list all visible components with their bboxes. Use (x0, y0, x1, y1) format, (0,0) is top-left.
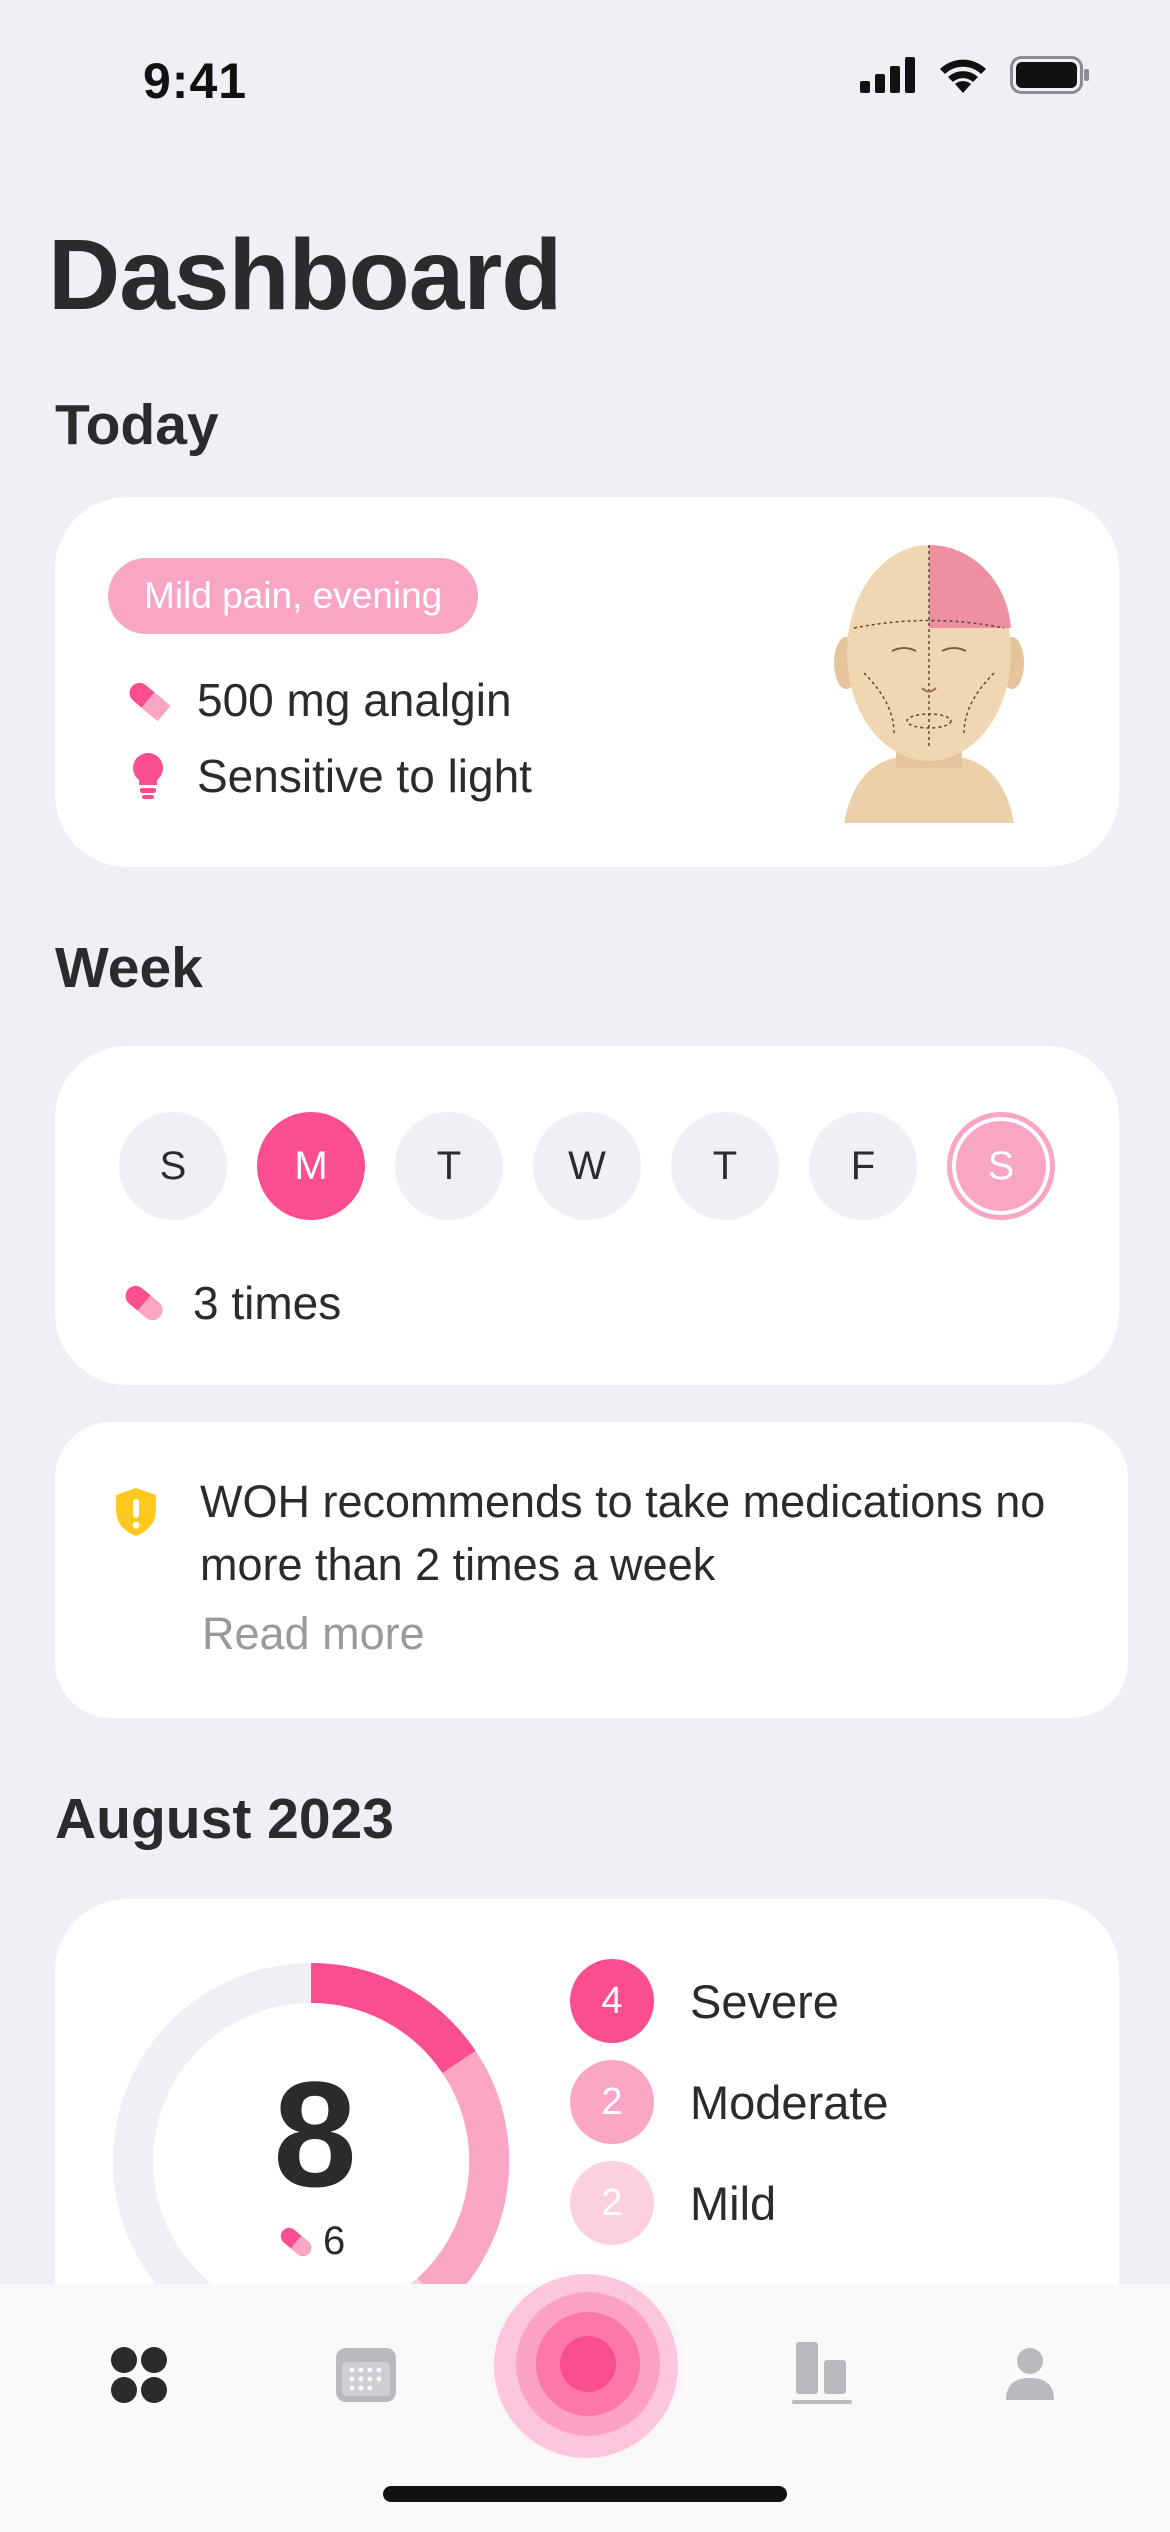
pain-badge: Mild pain, evening (108, 558, 479, 634)
pill-icon (129, 682, 171, 722)
day-monday[interactable]: M (257, 1112, 365, 1220)
moderate-count: 2 (570, 2060, 654, 2144)
medication-text: 500 mg analgin (197, 674, 512, 726)
recommendation-card: WOH recommends to take medications no mo… (55, 1422, 1128, 1718)
medications-count: 6 (323, 2219, 346, 2263)
mild-count: 2 (570, 2161, 654, 2245)
today-section-title: Today (55, 393, 219, 457)
today-symptom-row: Sensitive to light (125, 749, 532, 803)
shield-warning-icon (116, 1488, 156, 1536)
legend-mild: 2 Mild (570, 2161, 776, 2245)
day-thursday[interactable]: T (671, 1112, 779, 1220)
day-sunday[interactable]: S (119, 1112, 227, 1220)
page-title: Dashboard (48, 219, 562, 331)
battery-icon (1010, 56, 1089, 94)
pill-icon (280, 2227, 312, 2256)
severe-label: Severe (690, 1974, 839, 2028)
month-medications: 6 (277, 2219, 345, 2264)
head-illustration (834, 544, 1024, 823)
week-card: S M T W T F S 3 times (55, 1046, 1119, 1385)
month-section-title: August 2023 (55, 1787, 394, 1851)
today-card[interactable]: Mild pain, evening 500 mg analgin Sensit… (55, 497, 1119, 867)
home-indicator (383, 2486, 787, 2502)
mild-label: Mild (690, 2176, 777, 2230)
status-icons (860, 56, 1090, 94)
symptom-text: Sensitive to light (197, 750, 532, 802)
legend-severe: 4 Severe (570, 1959, 839, 2043)
signal-icon (860, 57, 915, 93)
total-episodes: 8 (273, 2050, 357, 2218)
moderate-label: Moderate (690, 2075, 889, 2129)
week-medication-row: 3 times (121, 1276, 341, 1330)
status-time: 9:41 (143, 53, 248, 109)
day-friday[interactable]: F (809, 1112, 917, 1220)
read-more-link[interactable]: Read more (202, 1608, 425, 1660)
profile-icon[interactable] (1004, 2346, 1056, 2402)
statistics-icon[interactable] (790, 2340, 854, 2406)
week-section-title: Week (55, 936, 203, 1000)
day-saturday[interactable]: S (947, 1112, 1055, 1220)
pill-icon (125, 1285, 163, 1321)
dashboard-icon[interactable] (110, 2346, 168, 2404)
calendar-icon[interactable] (334, 2344, 398, 2404)
severe-count: 4 (570, 1959, 654, 2043)
week-medication-count: 3 times (193, 1277, 342, 1329)
legend-moderate: 2 Moderate (570, 2060, 889, 2144)
weekday-selector: S M T W T F S (119, 1112, 1055, 1220)
lightbulb-icon (133, 753, 163, 799)
today-medication-row: 500 mg analgin (125, 673, 512, 727)
recommendation-text: WOH recommends to take medications no mo… (200, 1476, 1046, 1590)
record-pain-icon[interactable] (478, 2266, 698, 2466)
wifi-icon (940, 59, 986, 93)
moderate-arc (417, 2050, 509, 2308)
day-wednesday[interactable]: W (533, 1112, 641, 1220)
day-tuesday[interactable]: T (395, 1112, 503, 1220)
